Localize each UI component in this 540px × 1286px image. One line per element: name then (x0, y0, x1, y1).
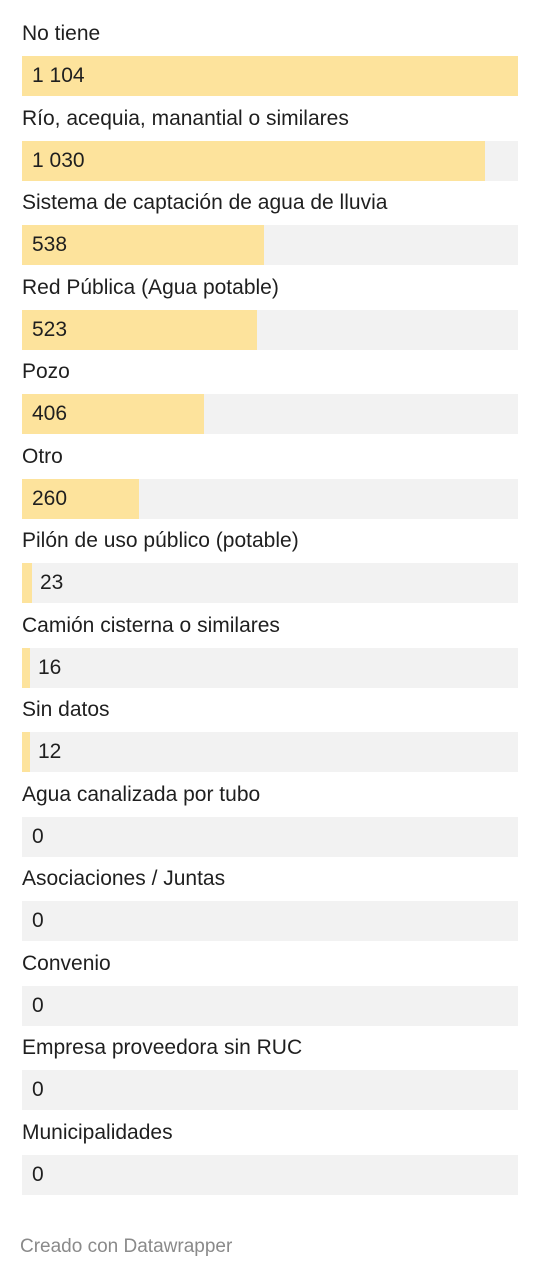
value-label: 538 (32, 233, 68, 256)
value-label: 0 (32, 1162, 44, 1186)
bar-track: 0 (22, 985, 518, 1026)
bar (22, 56, 518, 96)
category-label: Río, acequia, manantial o similares (22, 106, 349, 130)
value-label: 0 (32, 824, 44, 848)
bar-track: 1 030 (22, 140, 518, 181)
category-label: Sin datos (22, 698, 110, 721)
bar-row: Pozo 406 (22, 356, 518, 441)
bar-track: 523 (22, 309, 518, 350)
bar (22, 647, 30, 688)
bar-track: 0 (22, 901, 518, 941)
value-label: 12 (38, 740, 62, 763)
value-label: 260 (32, 486, 68, 510)
bar-row: Asociaciones / Juntas 0 (22, 863, 518, 948)
bar-row: Pilón de uso público (potable) 23 (22, 525, 518, 610)
bar-row: Agua canalizada por tubo 0 (22, 779, 518, 864)
bar-row: Sin datos 12 (22, 694, 518, 779)
category-label: Convenio (22, 951, 111, 975)
category-label: Asociaciones / Juntas (22, 867, 226, 890)
value-label: 0 (32, 909, 44, 932)
bar-row: Sistema de captación de agua de lluvia 53… (22, 187, 518, 272)
bar-row: Red Pública (Agua potable) 523 (22, 272, 518, 357)
category-label: Empresa proveedora sin RUC (22, 1036, 303, 1059)
value-label: 1 104 (32, 64, 85, 87)
value-label: 0 (32, 1078, 44, 1101)
bar-track: 0 (22, 1154, 518, 1195)
category-label: Otro (22, 444, 63, 468)
category-label: Pozo (22, 360, 70, 383)
bar-track: 12 (22, 732, 518, 772)
category-label: Camión cisterna o similares (22, 613, 280, 637)
bar-row: Río, acequia, manantial o similares 1 030 (22, 103, 518, 188)
value-label: 523 (32, 317, 68, 341)
category-label: Agua canalizada por tubo (22, 782, 261, 806)
bar-track: 538 (22, 225, 518, 265)
bar-track: 23 (22, 563, 518, 603)
category-label: No tiene (22, 22, 101, 45)
bar-track: 1 104 (22, 56, 518, 96)
bar-track: 260 (22, 478, 518, 519)
bar-track: 0 (22, 1070, 518, 1110)
category-label: Red Pública (Agua potable) (22, 275, 279, 299)
value-label: 16 (38, 655, 62, 679)
bar-track: 0 (22, 816, 518, 857)
bar-row: Empresa proveedora sin RUC 0 (22, 1032, 518, 1117)
bar-chart: No tiene 1 104 Río, acequia, manantial o s… (22, 18, 518, 1201)
category-label: Sistema de captación de agua de lluvia (22, 191, 388, 214)
value-label: 406 (32, 402, 68, 425)
bar-track: 406 (22, 394, 518, 434)
bar-row: Otro 260 (22, 441, 518, 526)
category-label: Municipalidades (22, 1120, 173, 1144)
bar-row: Camión cisterna o similares 16 (22, 610, 518, 695)
bar-row: Municipalidades 0 (22, 1117, 518, 1202)
bar (22, 140, 485, 181)
value-label: 0 (32, 993, 44, 1017)
value-label: 1 030 (32, 148, 85, 172)
bar (22, 732, 30, 772)
bar-track: 16 (22, 647, 518, 688)
bar (22, 563, 32, 603)
bar-row: No tiene 1 104 (22, 18, 518, 103)
bar-row: Convenio 0 (22, 948, 518, 1033)
category-label: Pilón de uso público (potable) (22, 529, 299, 552)
value-label: 23 (40, 571, 64, 594)
datawrapper-credit[interactable]: Creado con Datawrapper (20, 1236, 232, 1258)
